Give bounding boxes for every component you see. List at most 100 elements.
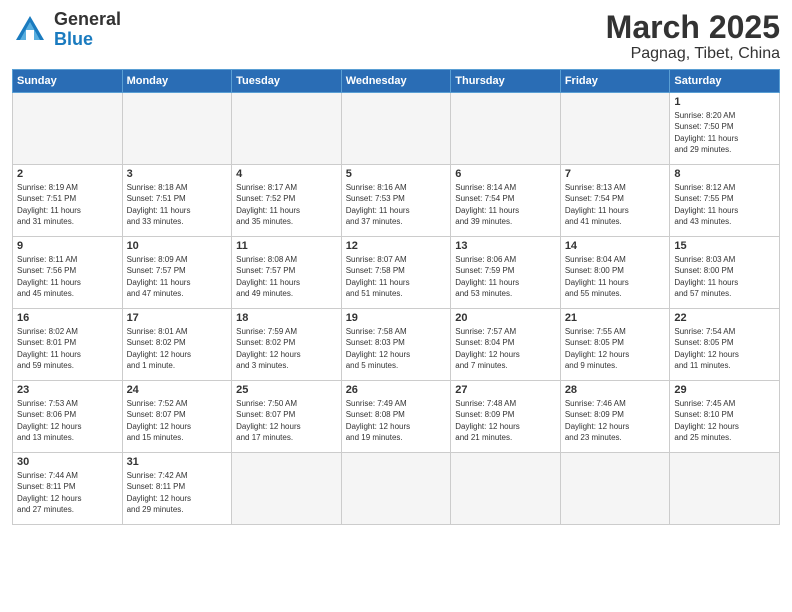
day-number: 30 (17, 456, 118, 468)
day-info: Sunrise: 7:45 AM Sunset: 8:10 PM Dayligh… (674, 398, 775, 443)
table-row: 27 Sunrise: 7:48 AM Sunset: 8:09 PM Dayli… (451, 381, 561, 453)
day-info: Sunrise: 8:20 AM Sunset: 7:50 PM Dayligh… (674, 110, 775, 155)
day-number: 24 (127, 384, 228, 396)
calendar-week-row: 16 Sunrise: 8:02 AM Sunset: 8:01 PM Dayli… (13, 309, 780, 381)
month-title: March 2025 (606, 10, 780, 45)
col-sunday: Sunday (13, 70, 123, 93)
day-number: 3 (127, 168, 228, 180)
col-tuesday: Tuesday (232, 70, 342, 93)
table-row (451, 453, 561, 525)
day-number: 17 (127, 312, 228, 324)
table-row: 6 Sunrise: 8:14 AM Sunset: 7:54 PM Daylig… (451, 165, 561, 237)
logo-text: General Blue (54, 10, 121, 50)
table-row: 4Sunrise: 8:17 AM Sunset: 7:52 PM Daylig… (232, 165, 342, 237)
col-thursday: Thursday (451, 70, 561, 93)
day-number: 16 (17, 312, 118, 324)
day-number: 12 (346, 240, 447, 252)
calendar-table: Sunday Monday Tuesday Wednesday Thursday… (12, 69, 780, 525)
table-row (341, 453, 451, 525)
table-row: 2 Sunrise: 8:19 AM Sunset: 7:51 PM Daylig… (13, 165, 123, 237)
calendar-week-row: 9 Sunrise: 8:11 AM Sunset: 7:56 PM Daylig… (13, 237, 780, 309)
day-number: 5 (346, 168, 447, 180)
table-row: 28 Sunrise: 7:46 AM Sunset: 8:09 PM Dayli… (560, 381, 670, 453)
day-number: 13 (455, 240, 556, 252)
day-number: 23 (17, 384, 118, 396)
day-number: 14 (565, 240, 666, 252)
logo-blue-label: Blue (54, 30, 121, 50)
day-info: Sunrise: 8:04 AM Sunset: 8:00 PM Dayligh… (565, 254, 666, 299)
table-row: 8Sunrise: 8:12 AM Sunset: 7:55 PM Daylig… (670, 165, 780, 237)
calendar-week-row: 1 Sunrise: 8:20 AM Sunset: 7:50 PM Daylig… (13, 93, 780, 165)
table-row: 10Sunrise: 8:09 AM Sunset: 7:57 PM Dayli… (122, 237, 232, 309)
table-row: 16 Sunrise: 8:02 AM Sunset: 8:01 PM Dayli… (13, 309, 123, 381)
day-info: Sunrise: 8:17 AM Sunset: 7:52 PM Dayligh… (236, 182, 337, 227)
table-row (560, 453, 670, 525)
day-number: 19 (346, 312, 447, 324)
day-info: Sunrise: 8:06 AM Sunset: 7:59 PM Dayligh… (455, 254, 556, 299)
table-row (122, 93, 232, 165)
calendar-week-row: 30Sunrise: 7:44 AM Sunset: 8:11 PM Dayli… (13, 453, 780, 525)
day-info: Sunrise: 8:18 AM Sunset: 7:51 PM Dayligh… (127, 182, 228, 227)
table-row (341, 93, 451, 165)
day-number: 1 (674, 96, 775, 108)
logo-general-label: General (54, 10, 121, 30)
table-row: 15Sunrise: 8:03 AM Sunset: 8:00 PM Dayli… (670, 237, 780, 309)
day-number: 2 (17, 168, 118, 180)
day-info: Sunrise: 7:46 AM Sunset: 8:09 PM Dayligh… (565, 398, 666, 443)
day-info: Sunrise: 8:07 AM Sunset: 7:58 PM Dayligh… (346, 254, 447, 299)
day-info: Sunrise: 8:11 AM Sunset: 7:56 PM Dayligh… (17, 254, 118, 299)
day-number: 31 (127, 456, 228, 468)
table-row: 14 Sunrise: 8:04 AM Sunset: 8:00 PM Dayli… (560, 237, 670, 309)
header: General Blue March 2025 Pagnag, Tibet, C… (12, 10, 780, 63)
table-row: 17 Sunrise: 8:01 AM Sunset: 8:02 PM Dayli… (122, 309, 232, 381)
table-row: 18Sunrise: 7:59 AM Sunset: 8:02 PM Dayli… (232, 309, 342, 381)
table-row: 30Sunrise: 7:44 AM Sunset: 8:11 PM Dayli… (13, 453, 123, 525)
day-number: 22 (674, 312, 775, 324)
day-number: 28 (565, 384, 666, 396)
table-row: 22Sunrise: 7:54 AM Sunset: 8:05 PM Dayli… (670, 309, 780, 381)
table-row: 12 Sunrise: 8:07 AM Sunset: 7:58 PM Dayli… (341, 237, 451, 309)
location-title: Pagnag, Tibet, China (606, 45, 780, 63)
day-info: Sunrise: 7:58 AM Sunset: 8:03 PM Dayligh… (346, 326, 447, 371)
day-info: Sunrise: 8:14 AM Sunset: 7:54 PM Dayligh… (455, 182, 556, 227)
table-row: 24Sunrise: 7:52 AM Sunset: 8:07 PM Dayli… (122, 381, 232, 453)
day-number: 25 (236, 384, 337, 396)
day-info: Sunrise: 8:08 AM Sunset: 7:57 PM Dayligh… (236, 254, 337, 299)
day-number: 29 (674, 384, 775, 396)
table-row: 13 Sunrise: 8:06 AM Sunset: 7:59 PM Dayli… (451, 237, 561, 309)
day-info: Sunrise: 7:50 AM Sunset: 8:07 PM Dayligh… (236, 398, 337, 443)
table-row: 7Sunrise: 8:13 AM Sunset: 7:54 PM Daylig… (560, 165, 670, 237)
day-number: 7 (565, 168, 666, 180)
day-info: Sunrise: 8:01 AM Sunset: 8:02 PM Dayligh… (127, 326, 228, 371)
table-row: 1 Sunrise: 8:20 AM Sunset: 7:50 PM Daylig… (670, 93, 780, 165)
table-row: 3 Sunrise: 8:18 AM Sunset: 7:51 PM Daylig… (122, 165, 232, 237)
table-row: 21Sunrise: 7:55 AM Sunset: 8:05 PM Dayli… (560, 309, 670, 381)
title-block: March 2025 Pagnag, Tibet, China (606, 10, 780, 63)
table-row (560, 93, 670, 165)
table-row (670, 453, 780, 525)
day-info: Sunrise: 7:48 AM Sunset: 8:09 PM Dayligh… (455, 398, 556, 443)
logo: General Blue (12, 10, 121, 50)
day-info: Sunrise: 7:42 AM Sunset: 8:11 PM Dayligh… (127, 470, 228, 515)
col-friday: Friday (560, 70, 670, 93)
day-number: 18 (236, 312, 337, 324)
table-row: 11Sunrise: 8:08 AM Sunset: 7:57 PM Dayli… (232, 237, 342, 309)
table-row: 31 Sunrise: 7:42 AM Sunset: 8:11 PM Dayli… (122, 453, 232, 525)
table-row: 20Sunrise: 7:57 AM Sunset: 8:04 PM Dayli… (451, 309, 561, 381)
table-row (451, 93, 561, 165)
day-info: Sunrise: 8:12 AM Sunset: 7:55 PM Dayligh… (674, 182, 775, 227)
table-row (232, 93, 342, 165)
day-info: Sunrise: 7:53 AM Sunset: 8:06 PM Dayligh… (17, 398, 118, 443)
day-info: Sunrise: 8:02 AM Sunset: 8:01 PM Dayligh… (17, 326, 118, 371)
table-row: 26Sunrise: 7:49 AM Sunset: 8:08 PM Dayli… (341, 381, 451, 453)
day-info: Sunrise: 8:19 AM Sunset: 7:51 PM Dayligh… (17, 182, 118, 227)
table-row: 23 Sunrise: 7:53 AM Sunset: 8:06 PM Dayli… (13, 381, 123, 453)
day-number: 9 (17, 240, 118, 252)
table-row: 25 Sunrise: 7:50 AM Sunset: 8:07 PM Dayli… (232, 381, 342, 453)
day-number: 26 (346, 384, 447, 396)
table-row: 29 Sunrise: 7:45 AM Sunset: 8:10 PM Dayli… (670, 381, 780, 453)
day-number: 27 (455, 384, 556, 396)
table-row (232, 453, 342, 525)
table-row: 5Sunrise: 8:16 AM Sunset: 7:53 PM Daylig… (341, 165, 451, 237)
day-number: 6 (455, 168, 556, 180)
